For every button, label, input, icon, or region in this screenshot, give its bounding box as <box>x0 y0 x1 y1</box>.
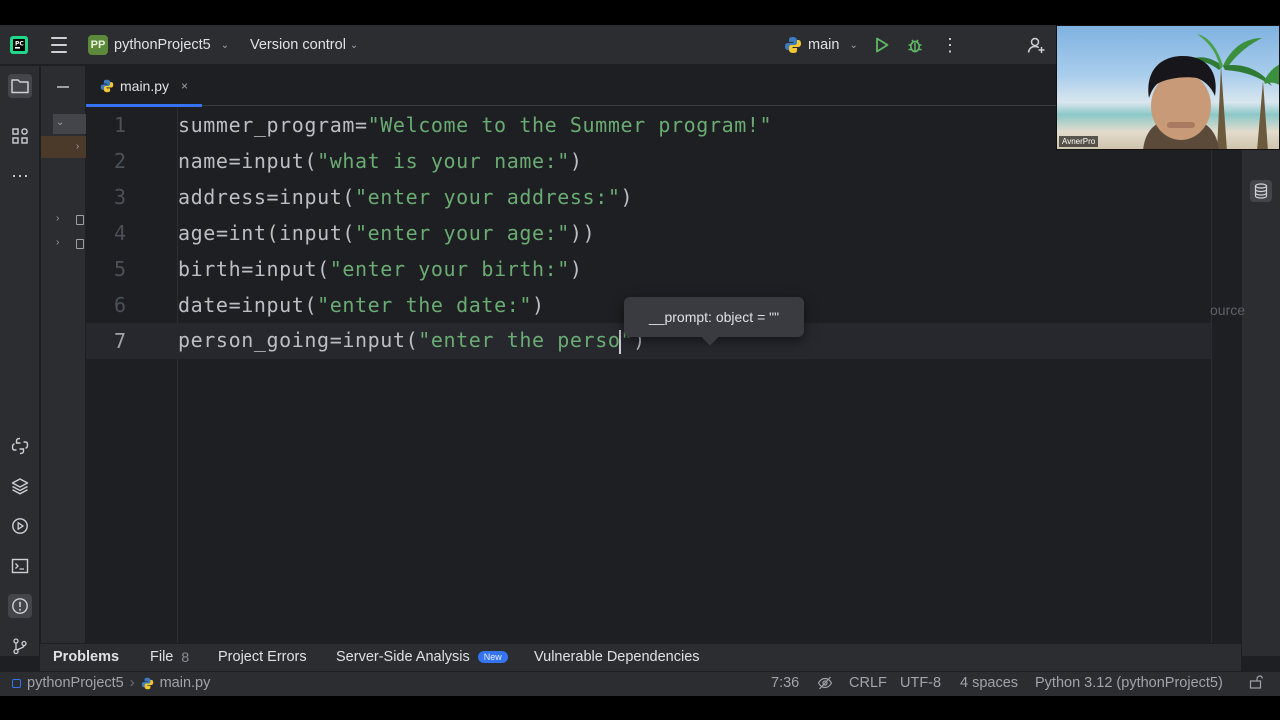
tab-project-errors[interactable]: Project Errors <box>218 649 307 665</box>
parameter-info-tooltip: __prompt: object = "" <box>624 297 804 337</box>
webcam-person-image <box>1143 34 1279 149</box>
more-actions-icon[interactable]: ⋮ <box>940 35 960 55</box>
readonly-toggle-icon[interactable] <box>817 675 833 691</box>
python-file-icon <box>141 677 153 689</box>
problems-icon[interactable] <box>8 594 32 618</box>
line-number: 3 <box>113 185 126 209</box>
python-interpreter[interactable]: Python 3.12 (pythonProject5) <box>1035 675 1223 691</box>
editor-scrollbar-area[interactable] <box>1211 107 1241 656</box>
lock-icon[interactable] <box>1249 675 1263 689</box>
services-layers-icon[interactable] <box>8 474 32 498</box>
code-text: age=int(input("enter your age:")) <box>178 221 596 245</box>
tab-problems[interactable]: Problems <box>53 649 119 665</box>
line-number: 1 <box>113 113 126 137</box>
project-name: pythonProject5 <box>114 37 211 53</box>
code-text: summer_program="Welcome to the Summer pr… <box>178 113 773 137</box>
run-config-switcher[interactable]: main ⌄ <box>784 35 858 55</box>
code-text: person_going=input("enter the perso") <box>178 328 646 354</box>
breadcrumb: pythonProject5 › main.py <box>12 675 210 691</box>
chevron-right-icon[interactable]: › <box>76 141 79 152</box>
run-button[interactable] <box>872 35 892 55</box>
module-icon <box>12 678 21 688</box>
tab-server-side-analysis[interactable]: Server-Side Analysis New <box>336 649 508 665</box>
close-icon[interactable]: × <box>181 79 188 93</box>
run-tool-icon[interactable] <box>8 514 32 538</box>
chevron-right-icon[interactable]: › <box>56 213 59 224</box>
project-folder-icon[interactable] <box>8 74 32 98</box>
code-text: date=input("enter the date:") <box>178 293 545 317</box>
breadcrumb-project[interactable]: pythonProject5 <box>27 675 124 691</box>
database-icon[interactable] <box>1250 180 1272 202</box>
problems-count: 8 <box>181 649 190 665</box>
code-editor[interactable]: 1 summer_program="Welcome to the Summer … <box>86 107 1211 656</box>
terminal-icon[interactable] <box>8 554 32 578</box>
code-line[interactable]: 3 address=input("enter your address:") <box>86 179 1211 215</box>
new-badge: New <box>477 651 508 663</box>
file-encoding[interactable]: UTF-8 <box>900 675 941 691</box>
line-number: 4 <box>113 221 126 245</box>
problems-tab-strip: Problems File 8 Project Errors Server-Sid… <box>40 643 1241 671</box>
minimize-icon[interactable] <box>57 86 69 88</box>
chevron-right-icon[interactable]: › <box>56 237 59 248</box>
run-config-name: main <box>808 37 840 53</box>
project-badge: PP <box>88 35 108 55</box>
chevron-down-icon[interactable]: ⌄ <box>56 117 64 128</box>
python-file-icon <box>100 79 114 93</box>
version-control-label: Version control <box>250 37 346 53</box>
tab-vulnerable-dependencies[interactable]: Vulnerable Dependencies <box>534 649 700 665</box>
code-line[interactable]: 4 age=int(input("enter your age:")) <box>86 215 1211 251</box>
play-icon <box>876 37 889 53</box>
scratches-icon <box>76 239 84 249</box>
chevron-right-icon: › <box>129 675 135 691</box>
debug-button[interactable] <box>905 35 925 55</box>
line-number: 7 <box>113 329 126 353</box>
truncated-panel-text: ource <box>1210 302 1246 318</box>
webcam-name-label: AvnerPro <box>1059 136 1099 147</box>
python-icon <box>785 37 801 53</box>
code-text: address=input("enter your address:") <box>178 185 634 209</box>
caret-position[interactable]: 7:36 <box>771 675 799 691</box>
version-control-menu[interactable]: Version control ⌄ <box>250 35 358 55</box>
code-line[interactable]: 2 name=input("what is your name:") <box>86 143 1211 179</box>
line-separator[interactable]: CRLF <box>849 675 887 691</box>
tab-file[interactable]: File 8 <box>150 649 189 665</box>
bug-icon <box>908 39 922 53</box>
python-console-icon[interactable] <box>8 434 32 458</box>
code-text: birth=input("enter your birth:") <box>178 257 583 281</box>
line-number: 6 <box>113 293 126 317</box>
tab-main-py[interactable]: main.py × <box>86 66 202 107</box>
main-menu-icon[interactable] <box>50 37 68 53</box>
status-bar: pythonProject5 › main.py 7:36 CRLF UTF-8… <box>0 671 1280 696</box>
project-switcher[interactable]: PP pythonProject5 ⌄ <box>88 35 229 55</box>
library-icon <box>76 215 84 225</box>
more-tool-windows-icon[interactable]: ⋯ <box>8 164 32 188</box>
code-with-me-icon[interactable] <box>1026 35 1046 55</box>
chevron-down-icon: ⌄ <box>849 39 858 51</box>
webcam-overlay: AvnerPro <box>1056 25 1280 150</box>
line-number: 5 <box>113 257 126 281</box>
tab-label: main.py <box>120 78 170 94</box>
indent-setting[interactable]: 4 spaces <box>960 675 1018 691</box>
code-line[interactable]: 5 birth=input("enter your birth:") <box>86 251 1211 287</box>
code-line[interactable]: 1 summer_program="Welcome to the Summer … <box>86 107 1211 143</box>
breadcrumb-file[interactable]: main.py <box>160 675 211 691</box>
chevron-down-icon: ⌄ <box>349 39 359 51</box>
code-text: name=input("what is your name:") <box>178 149 583 173</box>
chevron-down-icon: ⌄ <box>220 39 230 51</box>
right-tool-strip <box>1241 66 1280 656</box>
line-number: 2 <box>113 149 126 173</box>
pycharm-logo-icon: PC <box>10 36 28 54</box>
left-tool-strip: ⋯ <box>0 66 40 656</box>
svg-text:PC: PC <box>15 41 24 48</box>
structure-icon[interactable] <box>8 124 32 148</box>
project-panel: ⌄ › › › <box>41 66 86 656</box>
git-icon[interactable] <box>8 634 32 658</box>
